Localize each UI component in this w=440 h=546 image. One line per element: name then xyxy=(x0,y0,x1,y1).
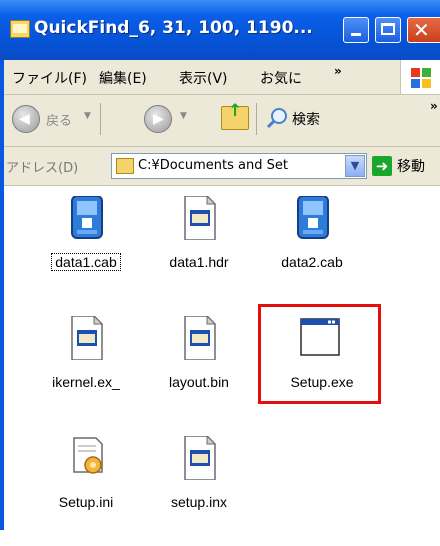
file-name: layout.bin xyxy=(169,374,229,390)
maximize-button[interactable] xyxy=(375,17,401,43)
file-name: data1.cab xyxy=(51,253,121,271)
windows-logo-icon xyxy=(400,60,440,94)
back-label[interactable]: 戻る xyxy=(46,110,72,129)
address-input[interactable]: C:¥Documents and Set ▼ xyxy=(111,153,367,179)
file-item[interactable]: data2.cab xyxy=(262,196,362,306)
toolbar-separator xyxy=(256,103,257,135)
file-item[interactable]: ikernel.ex_ xyxy=(36,316,136,426)
search-icon[interactable] xyxy=(266,107,288,129)
document-icon xyxy=(184,196,217,240)
chevron-down-icon[interactable]: ▼ xyxy=(345,155,365,177)
go-arrow-icon[interactable]: ➜ xyxy=(372,156,392,176)
search-button-label[interactable]: 検索 xyxy=(292,109,320,129)
menu-bar: ファイル(F) 編集(E) 表示(V) お気に » xyxy=(4,60,440,95)
standard-toolbar: ◀ 戻る ▼ ▶ ▼ ↑ 検索 » xyxy=(4,95,440,147)
menu-edit[interactable]: 編集(E) xyxy=(99,68,147,88)
file-name: setup.inx xyxy=(170,494,228,510)
file-name: ikernel.ex_ xyxy=(52,374,120,390)
forward-dropdown-icon[interactable]: ▼ xyxy=(180,111,187,121)
document-icon xyxy=(184,436,217,480)
folder-icon xyxy=(116,158,134,174)
file-item[interactable]: layout.bin xyxy=(149,316,249,426)
up-arrow-icon: ↑ xyxy=(228,101,243,121)
address-bar: アドレス(D) C:¥Documents and Set ▼ ➜ 移動 xyxy=(4,147,440,186)
toolbar-separator xyxy=(100,103,101,135)
minimize-button[interactable] xyxy=(343,17,369,43)
back-dropdown-icon[interactable]: ▼ xyxy=(84,111,91,121)
menu-view[interactable]: 表示(V) xyxy=(179,68,228,88)
address-label: アドレス(D) xyxy=(6,161,79,176)
forward-button[interactable]: ▶ xyxy=(144,105,172,133)
back-button[interactable]: ◀ xyxy=(12,105,40,133)
forward-arrow-icon: ▶ xyxy=(153,111,164,127)
address-value[interactable]: C:¥Documents and Set xyxy=(138,158,346,173)
document-icon xyxy=(184,316,217,360)
menu-favorites[interactable]: お気に xyxy=(260,68,302,88)
window-client: ファイル(F) 編集(E) 表示(V) お気に » ◀ 戻る ▼ ▶ ▼ ↑ 検… xyxy=(4,60,440,530)
go-button-label[interactable]: 移動 xyxy=(397,156,425,176)
minimize-icon xyxy=(351,33,361,36)
file-item[interactable]: data1.hdr xyxy=(149,196,249,306)
file-name: data2.cab xyxy=(281,254,343,270)
file-name: Setup.ini xyxy=(58,494,114,510)
document-icon xyxy=(71,316,104,360)
file-name: data1.hdr xyxy=(169,254,229,270)
setup-exe-highlight-box xyxy=(258,304,381,404)
settings-file-icon xyxy=(73,437,103,474)
cab-icon xyxy=(71,196,103,239)
explorer-window: QuickFind_6, 31, 100, 1190... ✕ ファイル(F) … xyxy=(0,0,440,530)
menu-file[interactable]: ファイル(F) xyxy=(12,68,87,88)
menu-more-chevron[interactable]: » xyxy=(334,64,342,78)
toolbar-more-chevron[interactable]: » xyxy=(430,99,438,113)
back-arrow-icon: ◀ xyxy=(19,111,30,127)
cab-icon xyxy=(297,196,329,239)
window-title: QuickFind_6, 31, 100, 1190... xyxy=(34,18,313,38)
maximize-icon xyxy=(381,23,395,35)
close-icon: ✕ xyxy=(413,18,430,42)
folder-icon xyxy=(10,20,30,38)
file-item[interactable]: data1.cab xyxy=(36,196,136,306)
close-button[interactable]: ✕ xyxy=(407,17,440,43)
title-bar[interactable]: QuickFind_6, 31, 100, 1190... ✕ xyxy=(0,0,440,60)
